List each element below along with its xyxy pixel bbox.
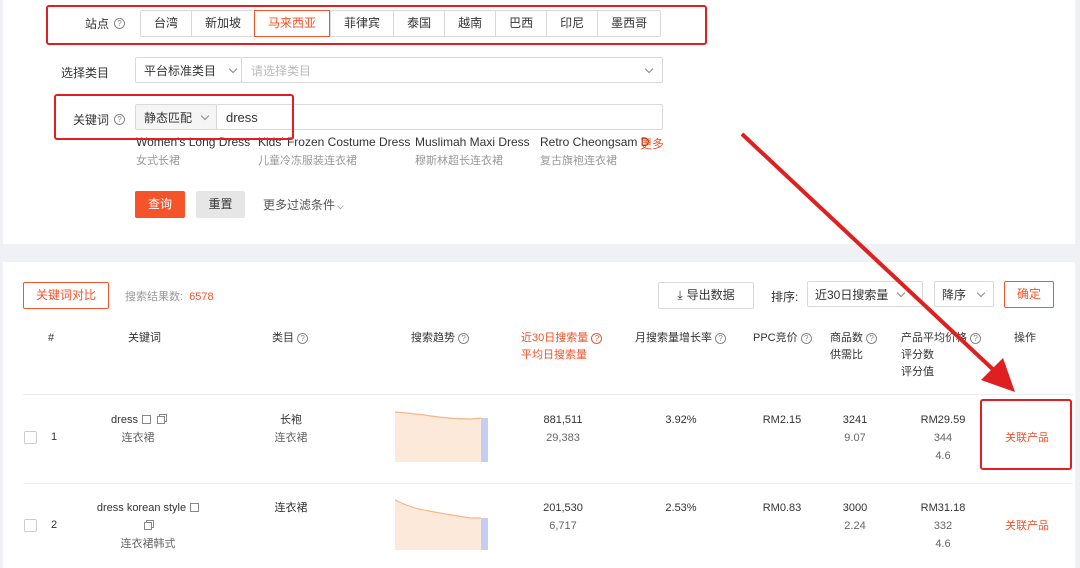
column-search-volume[interactable]: 近30日搜索量 ? 平均日搜索量 [521, 330, 603, 364]
category-label: 选择类目 [60, 66, 109, 80]
tab-site-philippines[interactable]: 菲律宾 [330, 11, 393, 36]
row-checkbox[interactable] [24, 431, 37, 444]
column-products: 商品数 ? 供需比 [830, 330, 878, 364]
trend-area [395, 500, 481, 550]
row-keyword: dress 连衣裙 [93, 411, 183, 447]
more-filters-toggle[interactable]: 更多过滤条件 ⌵ [263, 196, 344, 213]
row-ppc: RM2.15 [762, 414, 802, 426]
related-products-link[interactable]: 关联产品 [999, 429, 1055, 447]
tab-site-mexico[interactable]: 墨西哥 [597, 11, 660, 36]
row-ppc: RM0.83 [762, 502, 802, 514]
help-icon[interactable]: ? [866, 333, 878, 344]
column-ppc: PPC竞价 ? [753, 330, 812, 347]
suggestion-item[interactable]: Kids' Frozen Costume Dress 儿童冷冻服装连衣裙 [258, 135, 410, 168]
keyword-input[interactable]: dress [216, 104, 663, 130]
category-type-select[interactable]: 平台标准类目 [135, 57, 242, 83]
help-icon[interactable]: ? [800, 333, 812, 344]
more-suggestions-link[interactable]: 更多 [640, 135, 664, 152]
chevron-down-icon [200, 111, 210, 120]
column-category: 类目 ? [272, 330, 309, 347]
row-checkbox[interactable] [24, 519, 37, 532]
row-index: 2 [51, 519, 58, 531]
suggestion-item[interactable]: Muslimah Maxi Dress 穆斯林超长连衣裙 [415, 135, 530, 168]
suggestion-item[interactable]: Women's Long Dress 女式长裙 [136, 135, 250, 168]
sort-field-select[interactable]: 近30日搜索量 [807, 281, 923, 307]
row-divider [23, 394, 1073, 395]
result-count: 搜索结果数: 6578 [125, 291, 214, 303]
external-link-icon[interactable] [141, 415, 151, 424]
download-icon: ⤓ [677, 288, 683, 302]
column-action: 操作 [1014, 332, 1036, 344]
row-search-volume: 201,530 6,717 [543, 502, 583, 532]
help-icon[interactable]: ? [458, 333, 470, 344]
tab-site-indonesia[interactable]: 印尼 [546, 11, 597, 36]
suggestion-item[interactable]: Retro Cheongsam D 复古旗袍连衣裙 [540, 135, 649, 168]
row-category: 长袍 连衣裙 [274, 414, 308, 444]
chevron-down-icon [976, 288, 986, 297]
copy-icon[interactable] [144, 522, 152, 530]
help-icon[interactable]: ? [297, 333, 309, 344]
tab-site-thailand[interactable]: 泰国 [393, 11, 444, 36]
row-index: 1 [51, 431, 58, 443]
chevron-down-icon [897, 288, 906, 297]
help-icon[interactable]: ? [715, 333, 727, 344]
row-search-volume: 881,511 29,383 [543, 414, 583, 444]
keyword-link[interactable]: dress korean style [97, 502, 186, 514]
row-keyword: dress korean style 连衣裙韩式 [83, 499, 213, 553]
keyword-link[interactable]: dress [111, 414, 138, 426]
chevron-down-icon [228, 64, 238, 73]
row-growth: 2.53% [665, 502, 697, 514]
match-type-select[interactable]: 静态匹配 [135, 104, 217, 130]
sort-label: 排序: [771, 290, 799, 304]
external-link-icon[interactable] [190, 503, 200, 512]
tab-site-vietnam[interactable]: 越南 [444, 11, 495, 36]
row-price: RM29.59 344 4.6 [920, 414, 966, 462]
tab-site-brazil[interactable]: 巴西 [495, 11, 546, 36]
column-keyword: 关键词 [128, 332, 161, 344]
site-tabs: 台湾 新加坡 马来西亚 菲律宾 泰国 越南 巴西 印尼 墨西哥 [140, 10, 662, 37]
trend-highlight [481, 518, 488, 550]
tab-site-malaysia[interactable]: 马来西亚 [254, 10, 331, 37]
tab-site-taiwan[interactable]: 台湾 [141, 11, 191, 36]
row-category: 连衣裙 [274, 502, 308, 514]
trend-sparkline [395, 411, 488, 462]
filter-panel: 站点? 台湾 新加坡 马来西亚 菲律宾 泰国 越南 巴西 印尼 墨西哥 选择类目… [3, 0, 1075, 244]
row-products: 3241 9.07 [842, 414, 868, 444]
chevron-down-icon [644, 64, 654, 73]
reset-button[interactable]: 重置 [196, 191, 245, 218]
row-products: 3000 2.24 [842, 502, 868, 532]
query-button[interactable]: 查询 [135, 191, 185, 218]
row-price: RM31.18 332 4.6 [920, 502, 966, 550]
help-icon[interactable]: ? [970, 333, 982, 344]
compare-keywords-button[interactable]: 关键词对比 [23, 282, 109, 309]
chevron-down-icon: ⌵ [337, 201, 344, 211]
column-growth: 月搜索量增长率 ? [635, 330, 727, 347]
row-divider [23, 483, 1073, 484]
row-growth: 3.92% [665, 414, 697, 426]
site-label: 站点? [43, 15, 125, 32]
help-icon[interactable]: ? [114, 114, 125, 125]
trend-highlight [481, 418, 488, 462]
category-select[interactable]: 请选择类目 [241, 57, 663, 83]
tab-site-singapore[interactable]: 新加坡 [191, 11, 254, 36]
help-icon[interactable]: ? [591, 333, 603, 344]
keyword-label: 关键词? [43, 111, 125, 128]
export-data-button[interactable]: ⤓ 导出数据 [658, 282, 754, 309]
trend-sparkline [395, 499, 488, 550]
confirm-button[interactable]: 确定 [1004, 281, 1054, 308]
column-index: # [48, 332, 55, 344]
column-trend: 搜索趋势 ? [411, 330, 470, 347]
column-price: 产品平均价格 ? 评分数 评分值 [901, 330, 982, 381]
copy-icon[interactable] [156, 416, 165, 424]
sort-order-select[interactable]: 降序 [934, 281, 994, 307]
related-products-link[interactable]: 关联产品 [999, 517, 1055, 535]
results-panel: 关键词对比 搜索结果数: 6578 ⤓ 导出数据 排序: 近30日搜索量 降序 确… [3, 262, 1075, 568]
help-icon[interactable]: ? [114, 18, 125, 29]
